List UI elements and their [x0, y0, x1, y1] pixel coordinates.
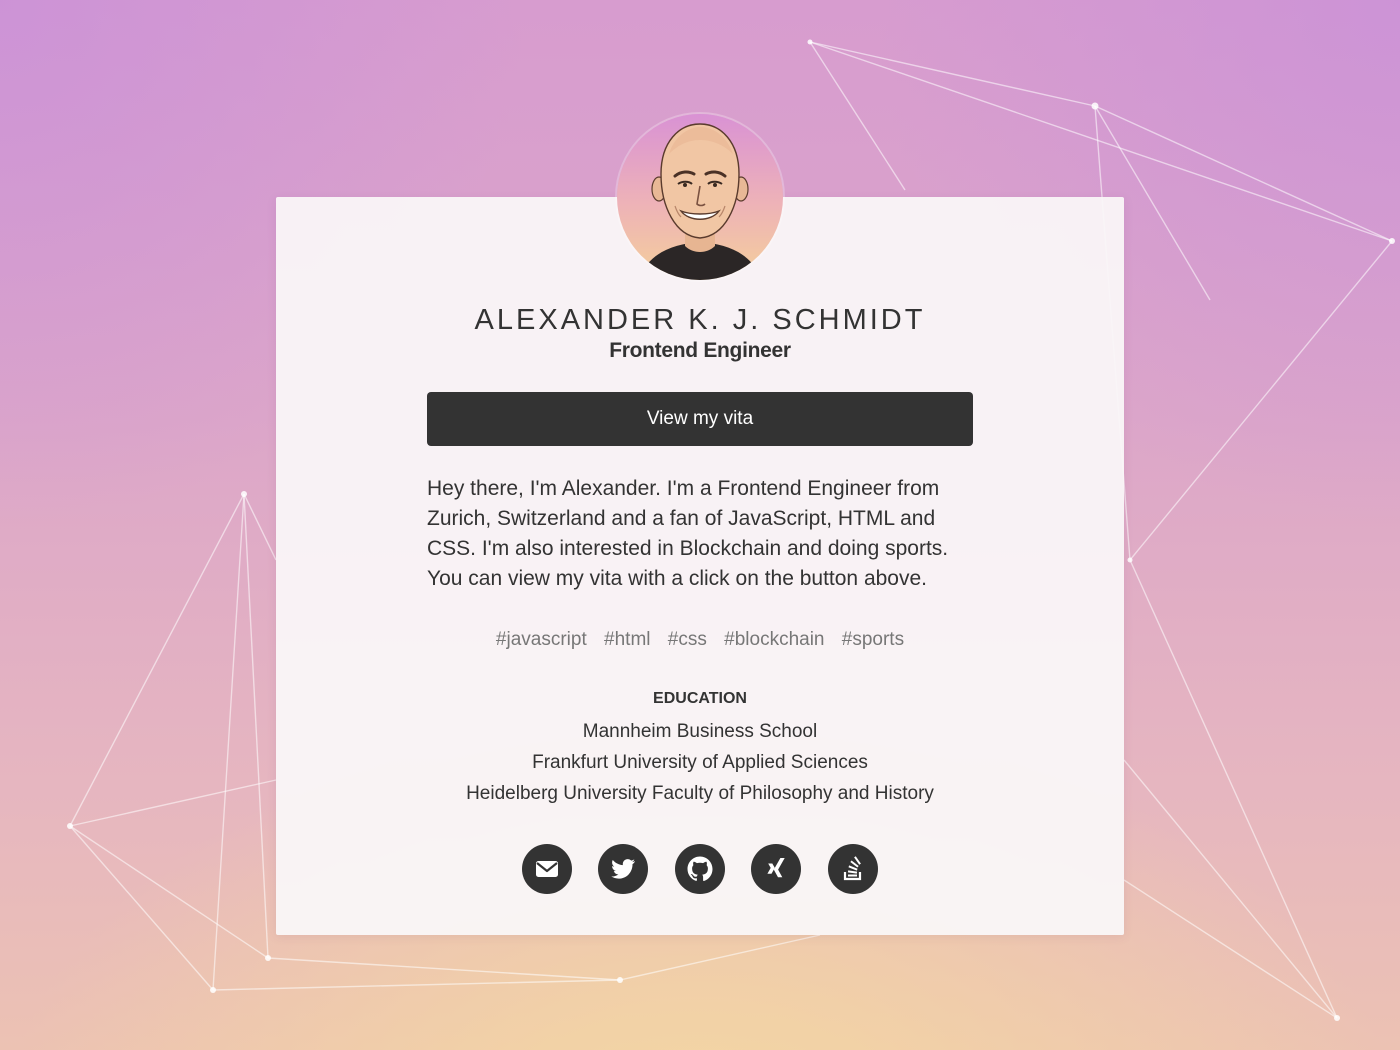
- email-link[interactable]: [522, 844, 572, 894]
- tag-javascript: #javascript: [495, 629, 587, 650]
- bio-text: Hey there, I'm Alexander. I'm a Frontend…: [427, 474, 987, 594]
- github-link[interactable]: [675, 844, 725, 894]
- xing-icon: [767, 858, 785, 878]
- tag-list: #javascript #html #css #blockchain #spor…: [276, 629, 1124, 651]
- view-vita-button[interactable]: View my vita: [427, 392, 973, 446]
- bio-line: You can view my vita with a click on the…: [427, 567, 928, 590]
- twitter-link[interactable]: [598, 844, 648, 894]
- tag-sports: #sports: [841, 629, 905, 650]
- avatar: [617, 114, 783, 280]
- stackoverflow-icon: [843, 856, 862, 881]
- tag-html: #html: [604, 629, 651, 650]
- education-item: Mannheim Business School: [582, 721, 818, 742]
- mail-icon: [536, 861, 558, 877]
- education-list: Mannheim Business School Frankfurt Unive…: [276, 716, 1124, 809]
- education-heading: EDUCATION: [653, 690, 747, 707]
- education-item: Heidelberg University Faculty of Philoso…: [466, 783, 934, 804]
- stackoverflow-link[interactable]: [828, 844, 878, 894]
- profile-role: Frontend Engineer: [609, 339, 791, 362]
- bio-line: Hey there, I'm Alexander. I'm a Frontend…: [427, 477, 940, 500]
- bio-line: CSS. I'm also interested in Blockchain a…: [427, 537, 949, 560]
- bio-line: Zurich, Switzerland and a fan of JavaScr…: [427, 507, 936, 530]
- twitter-icon: [611, 859, 635, 879]
- education-item: Frankfurt University of Applied Sciences: [532, 752, 868, 773]
- avatar-illustration-icon: [639, 123, 761, 280]
- tag-css: #css: [667, 629, 707, 650]
- tag-blockchain: #blockchain: [724, 629, 825, 650]
- github-icon: [687, 856, 713, 882]
- xing-link[interactable]: [751, 844, 801, 894]
- profile-name: ALEXANDER K. J. SCHMIDT: [474, 304, 926, 336]
